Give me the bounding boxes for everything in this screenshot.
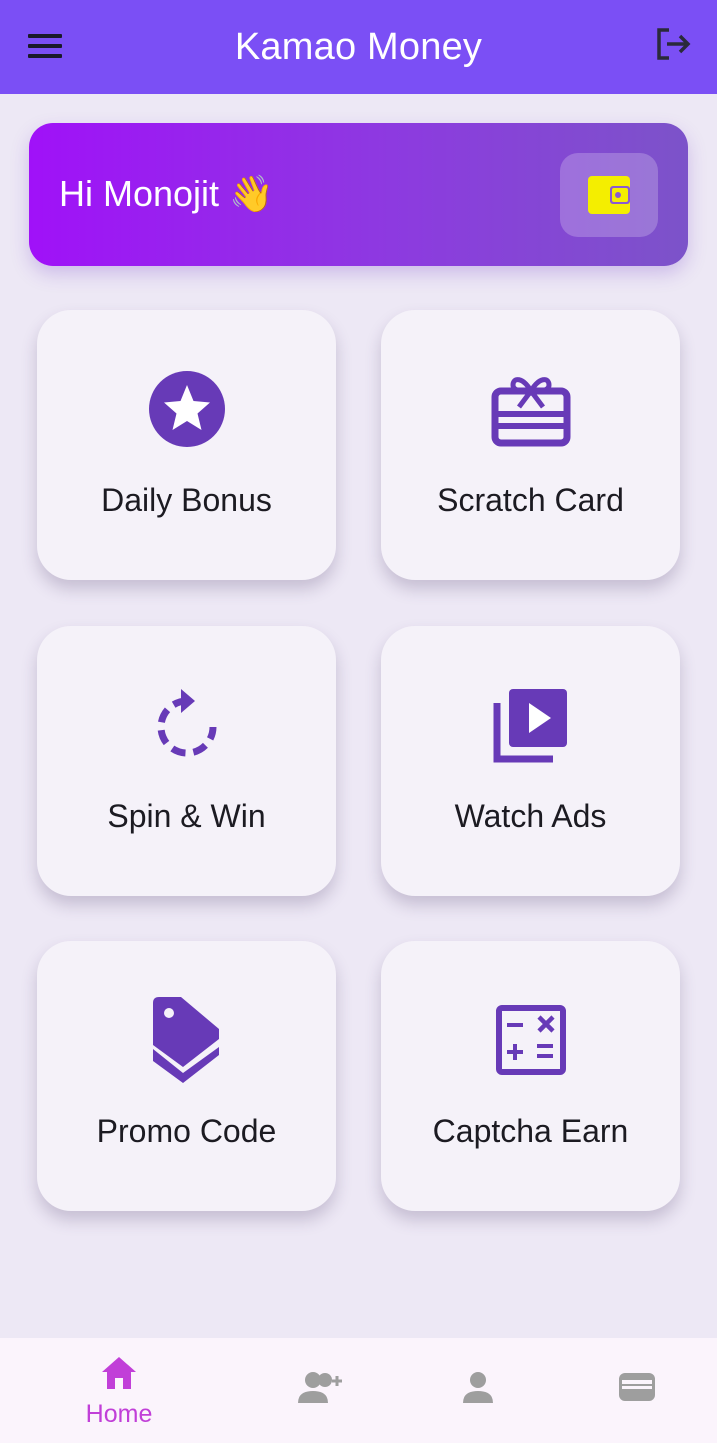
add-user-icon bbox=[298, 1372, 342, 1403]
bottom-nav: Home bbox=[0, 1338, 717, 1443]
wallet-icon bbox=[619, 1373, 655, 1401]
tile-label: Watch Ads bbox=[454, 798, 607, 834]
tile-promo-code[interactable]: Promo Code bbox=[37, 941, 336, 1211]
logout-icon bbox=[657, 28, 691, 60]
tile-label: Captcha Earn bbox=[432, 1113, 629, 1149]
logout-button[interactable] bbox=[651, 22, 695, 66]
nav-home[interactable]: Home bbox=[59, 1338, 179, 1443]
video-library-icon bbox=[493, 689, 567, 763]
gift-card-icon bbox=[491, 377, 570, 447]
profile-icon bbox=[463, 1372, 493, 1403]
greeting-card: Hi Monojit 👋 bbox=[29, 123, 688, 266]
calculator-icon bbox=[495, 1005, 566, 1075]
tile-spin-win[interactable]: Spin & Win bbox=[37, 626, 336, 896]
tile-label: Scratch Card bbox=[437, 482, 624, 518]
tile-scratch-card[interactable]: Scratch Card bbox=[381, 310, 680, 580]
tile-label: Spin & Win bbox=[107, 798, 266, 834]
wallet-button[interactable] bbox=[560, 153, 658, 237]
nav-profile[interactable] bbox=[418, 1338, 538, 1443]
menu-icon-line bbox=[28, 54, 62, 58]
star-circle-icon bbox=[148, 371, 225, 447]
app-title: Kamao Money bbox=[234, 25, 483, 68]
nav-wallet[interactable] bbox=[577, 1338, 697, 1443]
nav-invite[interactable] bbox=[259, 1338, 379, 1443]
menu-icon-line bbox=[28, 44, 62, 48]
tile-label: Promo Code bbox=[96, 1113, 277, 1149]
greeting-text: Hi Monojit 👋 bbox=[59, 173, 274, 214]
menu-button[interactable] bbox=[28, 26, 74, 66]
rotate-icon bbox=[157, 689, 216, 757]
menu-icon-line bbox=[28, 34, 62, 38]
home-icon bbox=[102, 1357, 136, 1389]
tile-label: Daily Bonus bbox=[101, 482, 272, 518]
tile-captcha-earn[interactable]: Captcha Earn bbox=[381, 941, 680, 1211]
nav-home-label: Home bbox=[85, 1400, 153, 1428]
wallet-icon bbox=[588, 176, 630, 214]
tile-daily-bonus[interactable]: Daily Bonus bbox=[37, 310, 336, 580]
app-bar: Kamao Money bbox=[0, 0, 717, 94]
tags-icon bbox=[152, 997, 219, 1083]
tile-watch-ads[interactable]: Watch Ads bbox=[381, 626, 680, 896]
